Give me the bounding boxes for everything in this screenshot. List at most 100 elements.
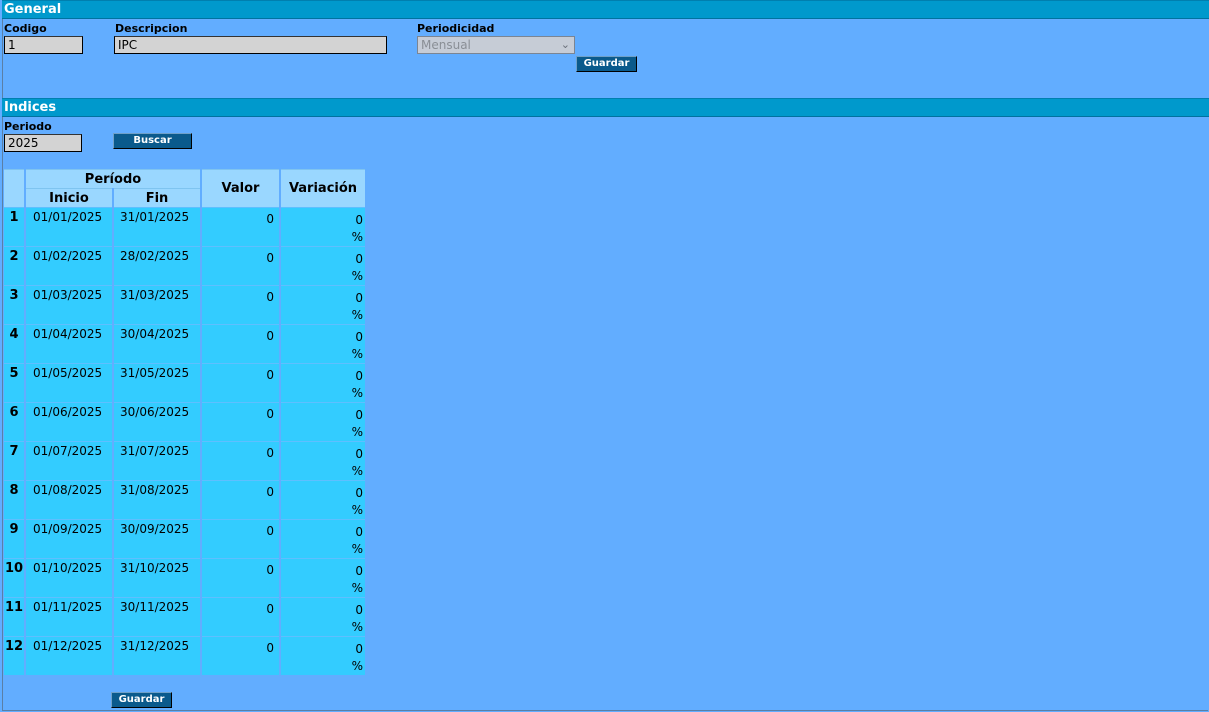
valor-cell[interactable]: 0 [202, 324, 279, 363]
inicio-cell: 01/02/2025 [26, 246, 112, 285]
fin-cell: 31/12/2025 [114, 636, 200, 675]
chevron-down-icon: ⌄ [560, 38, 570, 51]
variacion-value: 0 [355, 291, 363, 305]
valor-cell[interactable]: 0 [202, 480, 279, 519]
valor-cell[interactable]: 0 [202, 636, 279, 675]
variacion-cell[interactable]: 0% [281, 441, 365, 480]
variacion-cell[interactable]: 0% [281, 207, 365, 246]
table-row: 9 01/09/2025 30/09/2025 0 0% [4, 519, 365, 558]
fin-cell: 31/03/2025 [114, 285, 200, 324]
codigo-input[interactable]: 1 [4, 36, 83, 54]
variacion-value: 0 [355, 252, 363, 266]
fin-cell: 30/06/2025 [114, 402, 200, 441]
general-section-header: General [2, 0, 1209, 19]
valor-cell[interactable]: 0 [202, 519, 279, 558]
valor-cell[interactable]: 0 [202, 207, 279, 246]
periodo-label: Periodo [4, 120, 52, 133]
fin-cell: 31/10/2025 [114, 558, 200, 597]
row-number: 10 [4, 558, 24, 597]
periodo-input[interactable]: 2025 [4, 134, 82, 152]
general-save-button[interactable]: Guardar [576, 56, 637, 72]
indices-save-button[interactable]: Guardar [111, 692, 172, 708]
row-number: 2 [4, 246, 24, 285]
table-row: 4 01/04/2025 30/04/2025 0 0% [4, 324, 365, 363]
indices-section-header: Indices [2, 98, 1209, 117]
percent-sign: % [351, 620, 363, 634]
row-number: 4 [4, 324, 24, 363]
table-row: 5 01/05/2025 31/05/2025 0 0% [4, 363, 365, 402]
fin-cell: 28/02/2025 [114, 246, 200, 285]
variacion-cell[interactable]: 0% [281, 324, 365, 363]
percent-sign: % [351, 542, 363, 556]
fin-cell: 30/04/2025 [114, 324, 200, 363]
percent-sign: % [351, 659, 363, 673]
row-number: 12 [4, 636, 24, 675]
variacion-value: 0 [355, 642, 363, 656]
variacion-cell[interactable]: 0% [281, 285, 365, 324]
variacion-value: 0 [355, 369, 363, 383]
variacion-value: 0 [355, 564, 363, 578]
row-number: 3 [4, 285, 24, 324]
percent-sign: % [351, 230, 363, 244]
descripcion-label: Descripcion [115, 22, 188, 35]
percent-sign: % [351, 308, 363, 322]
inicio-cell: 01/04/2025 [26, 324, 112, 363]
row-number: 7 [4, 441, 24, 480]
codigo-label: Codigo [4, 22, 47, 35]
inicio-cell: 01/06/2025 [26, 402, 112, 441]
table-row: 11 01/11/2025 30/11/2025 0 0% [4, 597, 365, 636]
valor-cell[interactable]: 0 [202, 441, 279, 480]
valor-cell[interactable]: 0 [202, 285, 279, 324]
fin-cell: 31/07/2025 [114, 441, 200, 480]
variacion-cell[interactable]: 0% [281, 558, 365, 597]
variacion-value: 0 [355, 525, 363, 539]
inicio-cell: 01/09/2025 [26, 519, 112, 558]
inicio-cell: 01/10/2025 [26, 558, 112, 597]
variacion-cell[interactable]: 0% [281, 402, 365, 441]
percent-sign: % [351, 269, 363, 283]
inicio-cell: 01/05/2025 [26, 363, 112, 402]
descripcion-input[interactable]: IPC [114, 36, 387, 54]
table-row: 12 01/12/2025 31/12/2025 0 0% [4, 636, 365, 675]
valor-cell[interactable]: 0 [202, 363, 279, 402]
variacion-value: 0 [355, 408, 363, 422]
table-row: 3 01/03/2025 31/03/2025 0 0% [4, 285, 365, 324]
variacion-cell[interactable]: 0% [281, 636, 365, 675]
row-number: 11 [4, 597, 24, 636]
row-number: 9 [4, 519, 24, 558]
row-number: 5 [4, 363, 24, 402]
percent-sign: % [351, 581, 363, 595]
table-row: 7 01/07/2025 31/07/2025 0 0% [4, 441, 365, 480]
fin-cell: 31/08/2025 [114, 480, 200, 519]
periodo-column-header: Período [26, 169, 200, 188]
table-row: 10 01/10/2025 31/10/2025 0 0% [4, 558, 365, 597]
valor-column-header: Valor [202, 169, 279, 207]
indices-table: Período Valor Variación Inicio Fin 1 01/0… [2, 169, 367, 675]
fin-cell: 31/05/2025 [114, 363, 200, 402]
percent-sign: % [351, 503, 363, 517]
variacion-cell[interactable]: 0% [281, 519, 365, 558]
fin-cell: 30/09/2025 [114, 519, 200, 558]
table-row: 1 01/01/2025 31/01/2025 0 0% [4, 207, 365, 246]
variacion-cell[interactable]: 0% [281, 480, 365, 519]
periodicidad-value: Mensual [421, 38, 471, 52]
row-number: 8 [4, 480, 24, 519]
inicio-cell: 01/07/2025 [26, 441, 112, 480]
valor-cell[interactable]: 0 [202, 246, 279, 285]
inicio-cell: 01/08/2025 [26, 480, 112, 519]
inicio-column-header: Inicio [26, 188, 112, 207]
search-button[interactable]: Buscar [113, 133, 192, 149]
variacion-value: 0 [355, 603, 363, 617]
variacion-cell[interactable]: 0% [281, 363, 365, 402]
percent-sign: % [351, 347, 363, 361]
valor-cell[interactable]: 0 [202, 558, 279, 597]
fin-cell: 30/11/2025 [114, 597, 200, 636]
valor-cell[interactable]: 0 [202, 597, 279, 636]
variacion-cell[interactable]: 0% [281, 246, 365, 285]
percent-sign: % [351, 425, 363, 439]
variacion-value: 0 [355, 486, 363, 500]
variacion-cell[interactable]: 0% [281, 597, 365, 636]
periodicidad-select[interactable]: Mensual ⌄ [417, 36, 575, 54]
valor-cell[interactable]: 0 [202, 402, 279, 441]
variacion-value: 0 [355, 213, 363, 227]
